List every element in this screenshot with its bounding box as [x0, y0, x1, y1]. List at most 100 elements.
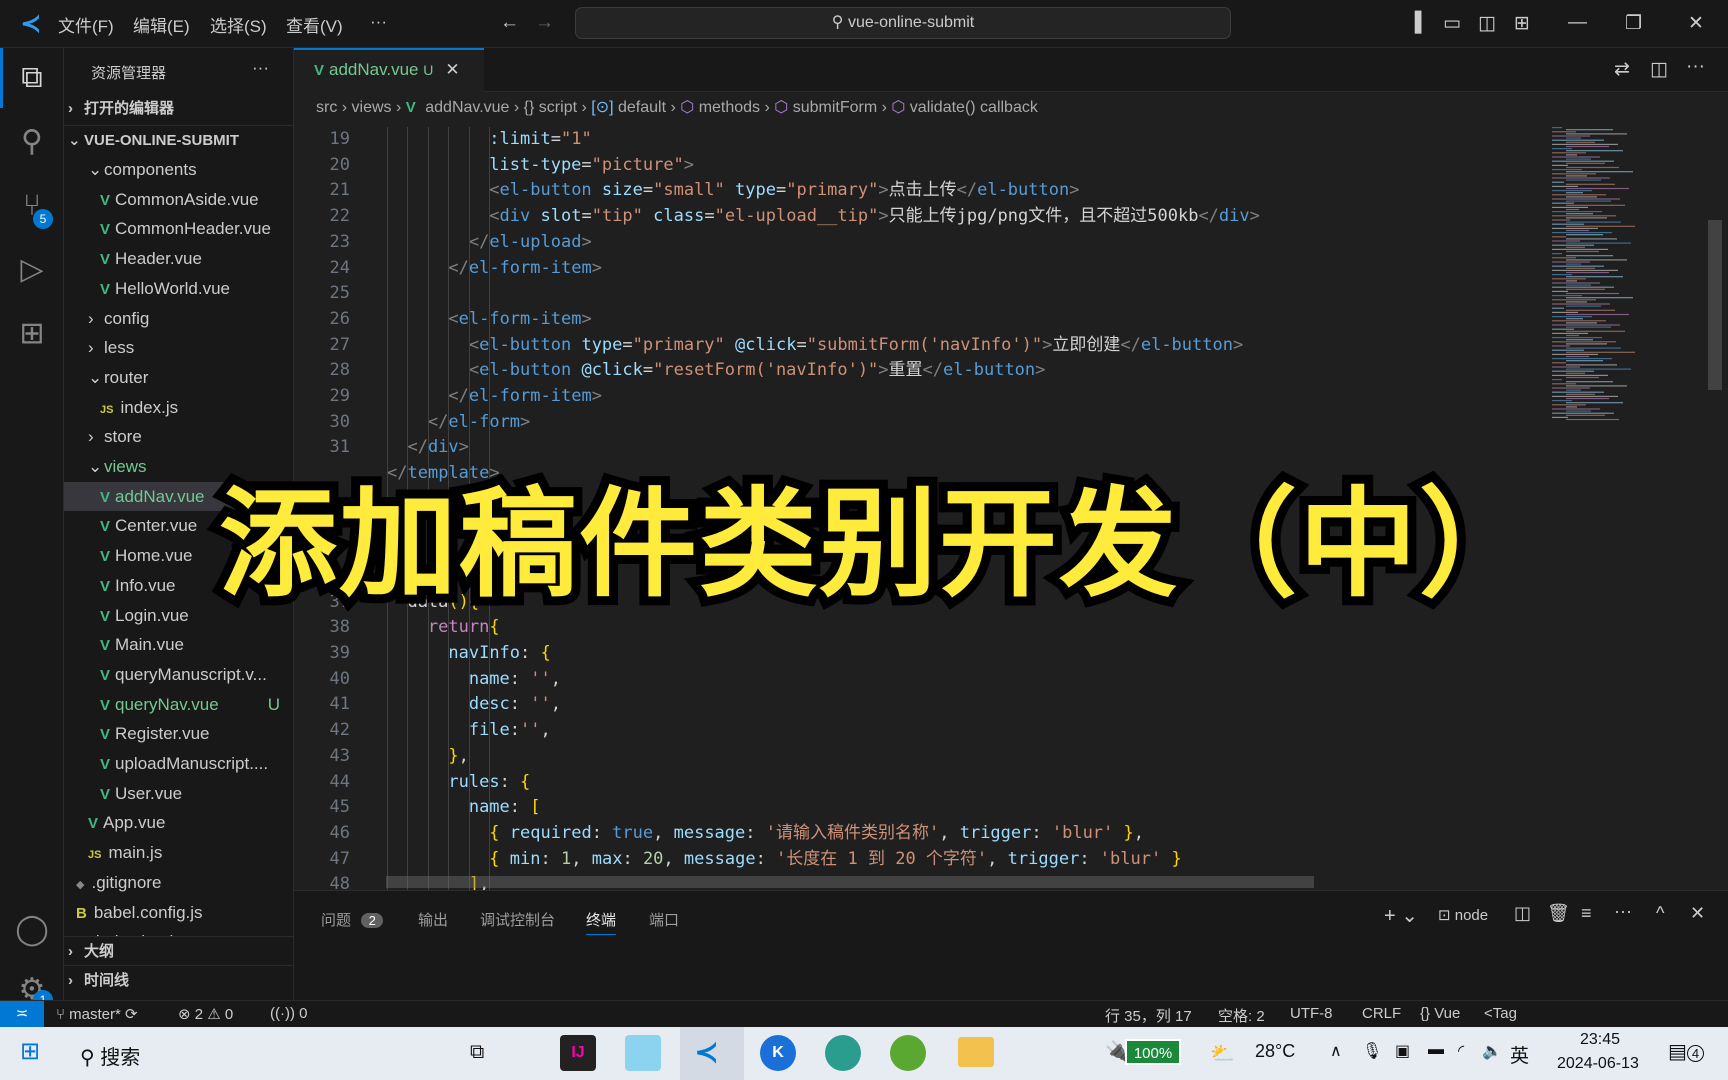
more-actions-icon[interactable]: ··· — [1686, 56, 1705, 78]
cursor-position[interactable]: 行 35，列 17 — [1105, 1005, 1192, 1026]
terminal-selector[interactable]: ⊡ node — [1438, 906, 1488, 924]
file-tree-item[interactable]: Bbabel.config.js — [64, 898, 293, 927]
task-view-icon[interactable]: ⧉ — [470, 1041, 484, 1064]
file-tree-item[interactable]: › store — [64, 422, 293, 451]
kugou-icon[interactable]: K — [760, 1035, 796, 1071]
maximize-panel-icon[interactable]: ^ — [1656, 903, 1664, 924]
horizontal-scrollbar[interactable] — [386, 876, 1314, 888]
back-arrow-icon[interactable]: ← — [500, 12, 519, 34]
toggle-secondary-sidebar-icon[interactable]: ◫ — [1478, 12, 1496, 35]
breadcrumb-item[interactable]: views — [352, 99, 392, 116]
wifi-icon[interactable]: ◜ — [1458, 1041, 1464, 1061]
close-window-icon[interactable]: ✕ — [1688, 12, 1704, 35]
intellij-icon[interactable]: IJ — [560, 1035, 596, 1071]
tray-chevron-icon[interactable]: ∧ — [1330, 1041, 1342, 1061]
tag-status[interactable]: <Tag — [1484, 1005, 1517, 1022]
file-tree-item[interactable]: V Main.vue — [64, 630, 293, 659]
git-branch[interactable]: ⑂ master* ⟳ — [56, 1005, 138, 1023]
file-tree-item[interactable]: V User.vue — [64, 779, 293, 808]
tab-ports[interactable]: 端口 — [649, 909, 679, 930]
forward-arrow-icon[interactable]: → — [535, 12, 554, 34]
file-tree-item[interactable]: › less — [64, 333, 293, 362]
tray-app-icon[interactable]: ▣ — [1395, 1041, 1410, 1061]
restore-icon[interactable]: ❐ — [1625, 12, 1642, 35]
file-tree-item[interactable]: JS main.js — [64, 838, 293, 867]
vscode-taskbar-icon[interactable]: ≺ — [680, 1027, 744, 1080]
tab-debug-console[interactable]: 调试控制台 — [480, 909, 555, 930]
menu-file[interactable]: 文件(F) — [58, 12, 114, 37]
split-editor-icon[interactable]: ◫ — [1650, 58, 1668, 81]
file-tree-item[interactable]: ◆ .gitignore — [64, 868, 293, 897]
file-tree-item[interactable]: V HelloWorld.vue — [64, 274, 293, 303]
file-tree-item[interactable]: JS index.js — [64, 393, 293, 422]
file-tree-item[interactable]: › config — [64, 304, 293, 333]
line-ending[interactable]: CRLF — [1362, 1005, 1401, 1022]
close-panel-icon[interactable]: ✕ — [1690, 903, 1705, 924]
outline-section[interactable]: › 大纲 — [64, 936, 293, 965]
green-app-icon[interactable] — [890, 1035, 926, 1071]
windows-start-icon[interactable]: ⊞ — [20, 1037, 40, 1066]
file-explorer-icon[interactable] — [958, 1037, 994, 1067]
file-tree-item[interactable]: V Register.vue — [64, 719, 293, 748]
breadcrumb-item[interactable]: validate() callback — [910, 99, 1038, 116]
clear-terminal-icon[interactable]: ≡ — [1581, 903, 1592, 924]
tab-addnav-vue[interactable]: VaddNav.vue U ✕ — [294, 48, 484, 92]
file-tree-item[interactable]: V CommonHeader.vue — [64, 214, 293, 243]
toggle-primary-sidebar-icon[interactable]: ▐ — [1408, 12, 1421, 34]
file-tree-item[interactable]: V App.vue — [64, 808, 293, 837]
vertical-scrollbar[interactable] — [1708, 220, 1722, 390]
explorer-icon[interactable]: ⧉ — [0, 48, 64, 108]
toggle-panel-icon[interactable]: ▭ — [1443, 12, 1461, 35]
compare-changes-icon[interactable]: ⇄ — [1614, 58, 1630, 81]
menu-more[interactable]: ··· — [370, 12, 387, 32]
project-root-folder[interactable]: ⌄ VUE-ONLINE-SUBMIT — [64, 125, 293, 154]
microphone-icon[interactable]: 🎙 — [1362, 1041, 1382, 1061]
power-icon[interactable]: ▬ — [1428, 1041, 1444, 1059]
tab-problems[interactable]: 问题 2 — [321, 909, 384, 930]
breadcrumb-item[interactable]: addNav.vue — [425, 99, 509, 116]
tab-close-icon[interactable]: ✕ — [445, 60, 459, 79]
menu-view[interactable]: 查看(V) — [286, 12, 343, 37]
breadcrumb-item[interactable]: default — [618, 99, 666, 116]
ports-status[interactable]: ((·)) 0 — [270, 1005, 308, 1022]
problems-status[interactable]: ⊗ 2 ⚠ 0 — [178, 1005, 233, 1023]
breadcrumb-item[interactable]: submitForm — [793, 99, 877, 116]
ime-indicator[interactable]: 英 — [1510, 1041, 1529, 1068]
file-tree-item[interactable]: V CommonAside.vue — [64, 185, 293, 214]
language-mode[interactable]: {} Vue — [1420, 1005, 1460, 1022]
panel-more-icon[interactable]: ··· — [1614, 901, 1632, 922]
menu-edit[interactable]: 编辑(E) — [133, 12, 190, 37]
file-tree-item[interactable]: VqueryManuscript.v... — [64, 660, 293, 689]
battery-indicator[interactable]: 100% — [1125, 1039, 1181, 1065]
timeline-section[interactable]: › 时间线 — [64, 965, 293, 994]
breadcrumb-item[interactable]: methods — [699, 99, 760, 116]
live-app-icon[interactable] — [625, 1035, 661, 1071]
run-debug-icon[interactable]: ▷ — [0, 240, 64, 300]
edge-icon[interactable] — [825, 1035, 861, 1071]
file-tree-item[interactable]: VuploadManuscript.... — [64, 749, 293, 778]
remote-icon[interactable]: ≍ — [0, 1001, 44, 1028]
new-terminal-icon[interactable]: + ⌄ — [1384, 903, 1418, 928]
tab-terminal[interactable]: 终端 — [586, 909, 617, 935]
clock-time[interactable]: 23:45 — [1580, 1031, 1620, 1049]
notifications-icon[interactable]: ▤ 4 — [1668, 1039, 1705, 1064]
kill-terminal-icon[interactable]: 🗑 — [1547, 903, 1570, 924]
source-control-icon[interactable]: ⑂ 5 — [0, 176, 64, 236]
file-tree-item[interactable]: V Header.vue — [64, 244, 293, 273]
indentation[interactable]: 空格: 2 — [1218, 1005, 1265, 1026]
open-editors-section[interactable]: › 打开的编辑器 — [64, 94, 293, 123]
customize-layout-icon[interactable]: ⊞ — [1514, 12, 1530, 35]
file-tree-item[interactable]: VqueryNav.vue U — [64, 690, 293, 719]
file-tree-item[interactable]: ⌄ components — [64, 155, 293, 184]
file-tree-item[interactable]: ⌄ router — [64, 363, 293, 392]
breadcrumb-item[interactable]: src — [316, 99, 337, 116]
weather-icon[interactable]: ⛅ — [1210, 1041, 1235, 1066]
accounts-icon[interactable]: ◯ — [0, 900, 64, 960]
weather-temp[interactable]: 28°C — [1255, 1041, 1295, 1062]
minimize-icon[interactable]: — — [1568, 12, 1587, 34]
extensions-icon[interactable]: ⊞ — [0, 304, 64, 364]
volume-icon[interactable]: 🔈 — [1482, 1041, 1502, 1061]
tab-output[interactable]: 输出 — [418, 909, 448, 930]
command-center-search[interactable]: ⚲ vue-online-submit — [575, 7, 1231, 39]
clock-date[interactable]: 2024-06-13 — [1557, 1055, 1639, 1073]
